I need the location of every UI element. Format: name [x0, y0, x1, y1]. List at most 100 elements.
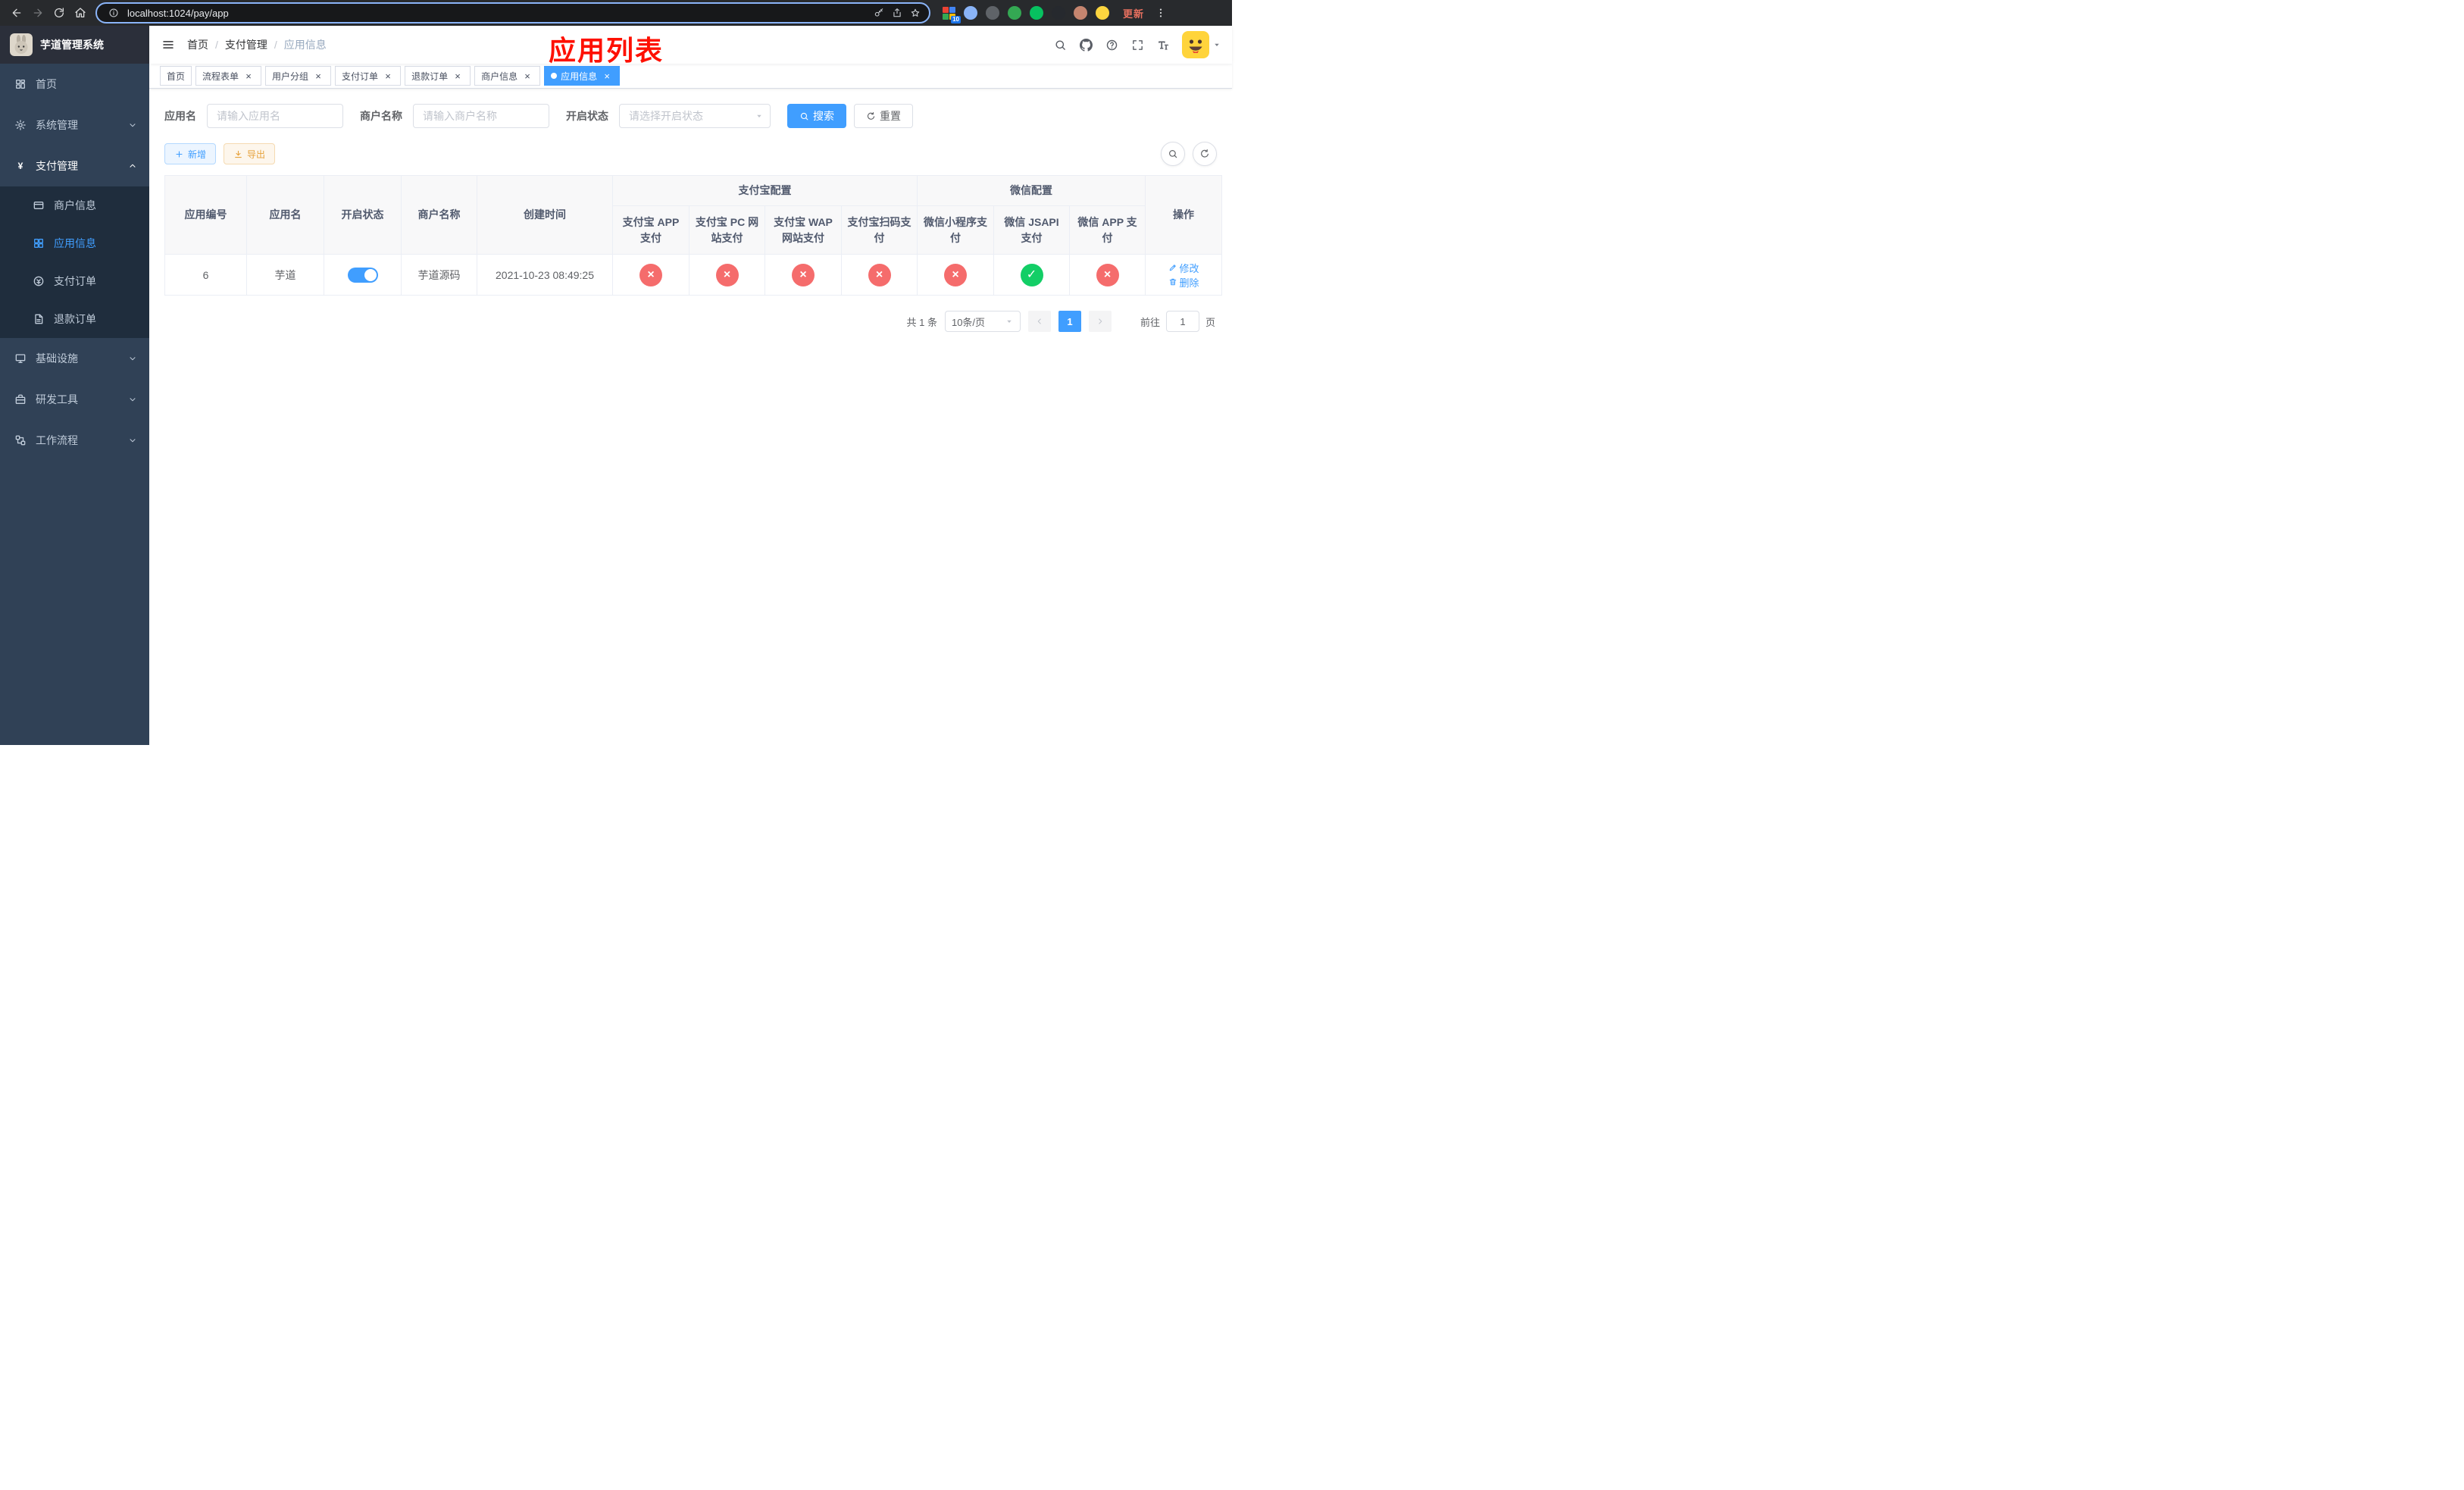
export-button[interactable]: 导出	[224, 143, 276, 164]
tab-user-group[interactable]: 用户分组 ×	[265, 66, 332, 86]
status-select-input[interactable]	[619, 104, 771, 128]
sidebar-logo[interactable]: 芋道管理系统	[0, 26, 149, 64]
back-icon[interactable]	[6, 2, 27, 23]
sidebar-item-system[interactable]: 系统管理	[0, 105, 149, 146]
column-header: 开启状态	[324, 175, 402, 255]
tab-flow-form[interactable]: 流程表单 ×	[195, 66, 262, 86]
channel-status-cell: ×	[765, 254, 842, 296]
delete-link[interactable]: 删除	[1168, 275, 1199, 290]
sidebar-subitem-pay-order[interactable]: 支付订单	[0, 262, 149, 300]
address-bar[interactable]: localhost:1024/pay/app	[95, 2, 930, 23]
refresh-table-button[interactable]	[1193, 142, 1217, 166]
site-info-icon[interactable]	[105, 5, 123, 21]
toggle-knob	[364, 268, 377, 281]
url-text[interactable]: localhost:1024/pay/app	[123, 8, 870, 19]
sidebar-subitem-refund-order[interactable]: 退款订单	[0, 300, 149, 338]
edit-icon	[1168, 263, 1177, 272]
channel-status-cell: ×	[612, 254, 689, 296]
goto-page-input[interactable]	[1165, 311, 1199, 332]
extensions-area: 10	[935, 6, 1117, 23]
extension-badge: 10	[951, 15, 961, 23]
disabled-cross-icon: ×	[639, 263, 662, 286]
tab-label: 用户分组	[272, 70, 309, 82]
sidebar-item-infrastructure[interactable]: 基础设施	[0, 338, 149, 379]
tab-close-icon[interactable]: ×	[242, 70, 255, 82]
extension-icon-blue[interactable]	[964, 6, 977, 20]
help-icon[interactable]	[1099, 32, 1124, 58]
status-toggle[interactable]	[347, 267, 378, 283]
group-header: 微信配置	[916, 175, 1146, 206]
user-avatar[interactable]	[1182, 31, 1221, 58]
status-select[interactable]	[619, 104, 771, 128]
extension-icon-green-avatar[interactable]	[1008, 6, 1021, 20]
infra-icon	[14, 352, 27, 365]
merchant-name-input[interactable]	[413, 104, 549, 128]
filter-status: 开启状态	[566, 104, 771, 128]
search-button[interactable]: 搜索	[787, 104, 846, 128]
add-button[interactable]: 新增	[164, 143, 217, 164]
column-header: 支付宝 WAP 网站支付	[765, 205, 842, 255]
tab-label: 商户信息	[481, 70, 518, 82]
tab-merchant-info[interactable]: 商户信息 ×	[474, 66, 541, 86]
tab-close-icon[interactable]: ×	[312, 70, 324, 82]
menu-label: 系统管理	[36, 119, 78, 131]
tab-refund-order[interactable]: 退款订单 ×	[405, 66, 471, 86]
toggle-search-button[interactable]	[1161, 142, 1185, 166]
prev-page-button[interactable]	[1027, 311, 1051, 332]
table-toolbar	[1161, 142, 1217, 166]
next-page-button[interactable]	[1088, 311, 1112, 332]
breadcrumb-item[interactable]: 首页	[187, 37, 208, 52]
browser-update-button[interactable]: 更新	[1117, 6, 1150, 20]
extension-icon-wechat[interactable]	[1030, 6, 1043, 20]
sidebar-item-payment[interactable]: ¥ 支付管理	[0, 146, 149, 186]
ops-cell: 修改 删除	[1145, 254, 1223, 296]
sidebar: 芋道管理系统 首页系统管理 ¥ 支付管理 商户信息 应用信息 支付订单 退款订单 基础设施研发…	[0, 26, 149, 745]
sidebar-item-dev-tools[interactable]: 研发工具	[0, 379, 149, 420]
app-name-label: 应用名	[164, 110, 196, 122]
app-name-input[interactable]	[207, 104, 343, 128]
key-icon[interactable]	[870, 5, 888, 21]
gear-icon	[14, 118, 27, 132]
extension-grid-icon[interactable]: 10	[943, 6, 961, 23]
sidebar-subitem-merchant-info[interactable]: 商户信息	[0, 186, 149, 224]
sidebar-toggle-icon[interactable]	[149, 26, 187, 64]
tab-close-icon[interactable]: ×	[382, 70, 394, 82]
tab-app-info[interactable]: 应用信息 ×	[544, 66, 621, 86]
tab-close-icon[interactable]: ×	[452, 70, 464, 82]
yen-icon: ¥	[14, 159, 27, 173]
reset-button[interactable]: 重置	[854, 104, 913, 128]
extension-icon-clay-avatar[interactable]	[1074, 6, 1087, 20]
reload-icon[interactable]	[48, 2, 70, 23]
browser-toolbar: localhost:1024/pay/app 10 更新	[0, 0, 1232, 26]
extension-icon-dark[interactable]	[986, 6, 999, 20]
sidebar-subitem-app-info[interactable]: 应用信息	[0, 224, 149, 262]
channel-status-cell: ×	[841, 254, 918, 296]
fullscreen-icon[interactable]	[1124, 32, 1150, 58]
page-size-select[interactable]	[944, 311, 1021, 332]
extension-icon-emoji[interactable]	[1096, 6, 1109, 20]
sidebar-item-workflow[interactable]: 工作流程	[0, 420, 149, 461]
app-frame: 芋道管理系统 首页 系统管理 ¥ 支付管理 商户信息 应用信息 支付订单 退款订单 基础设施 研发…	[0, 26, 1232, 745]
forward-icon[interactable]	[27, 2, 48, 23]
tab-home[interactable]: 首页	[160, 66, 192, 86]
extension-icon-black[interactable]	[1052, 6, 1065, 20]
sidebar-item-home[interactable]: 首页	[0, 64, 149, 105]
github-icon[interactable]	[1073, 32, 1099, 58]
tab-label: 流程表单	[202, 70, 239, 82]
page-1-button[interactable]: 1	[1058, 311, 1081, 332]
tab-close-icon[interactable]: ×	[601, 70, 613, 82]
app-table: 应用编号 应用名 开启状态 商户名称 创建时间 支付宝配置 微信配置 操作 支付宝 APP 支付…	[164, 175, 1223, 296]
home-icon[interactable]	[70, 2, 91, 23]
menu-label: 研发工具	[36, 393, 78, 405]
search-icon[interactable]	[1047, 32, 1073, 58]
page-size-input[interactable]	[944, 311, 1021, 332]
browser-menu-icon[interactable]	[1150, 2, 1171, 23]
bookmark-star-icon[interactable]	[906, 5, 924, 21]
goto-page: 前往 页	[1140, 311, 1215, 332]
edit-link[interactable]: 修改	[1168, 261, 1199, 275]
tab-pay-order[interactable]: 支付订单 ×	[335, 66, 402, 86]
share-icon[interactable]	[888, 5, 906, 21]
breadcrumb-item[interactable]: 支付管理	[225, 37, 267, 52]
font-size-icon[interactable]	[1150, 32, 1176, 58]
tab-close-icon[interactable]: ×	[521, 70, 533, 82]
